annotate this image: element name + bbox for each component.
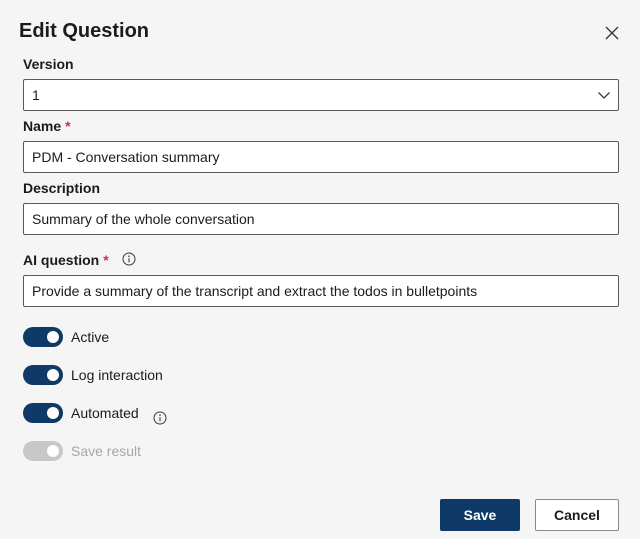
save-button[interactable]: Save xyxy=(440,499,520,531)
version-select[interactable]: 1 xyxy=(23,79,619,111)
close-icon[interactable] xyxy=(603,24,621,42)
save-result-toggle-label: Save result xyxy=(71,443,142,459)
chevron-down-icon xyxy=(598,92,610,99)
toggle-row-automated: Automated xyxy=(23,403,139,423)
required-marker: * xyxy=(65,118,71,134)
ai-question-label: AI question * xyxy=(23,252,109,268)
automated-toggle-label: Automated xyxy=(71,405,139,421)
log-interaction-toggle-label: Log interaction xyxy=(71,367,163,383)
version-value: 1 xyxy=(32,87,40,103)
name-input[interactable]: PDM - Conversation summary xyxy=(23,141,619,173)
toggle-knob xyxy=(47,331,59,343)
edit-question-dialog: Edit Question Version 1 Name * PDM - Conv… xyxy=(0,0,640,539)
description-input[interactable]: Summary of the whole conversation xyxy=(23,203,619,235)
toggle-row-active: Active xyxy=(23,327,109,347)
toggle-knob xyxy=(47,369,59,381)
dialog-title: Edit Question xyxy=(19,20,149,42)
cancel-button[interactable]: Cancel xyxy=(535,499,619,531)
ai-question-label-text: AI question xyxy=(23,252,100,268)
active-toggle-label: Active xyxy=(71,329,110,345)
info-icon[interactable] xyxy=(122,252,136,266)
ai-question-input[interactable]: Provide a summary of the transcript and … xyxy=(23,275,619,307)
required-marker: * xyxy=(103,252,109,268)
toggle-row-save-result: Save result xyxy=(23,441,141,461)
toggle-row-log-interaction: Log interaction xyxy=(23,365,163,385)
info-icon[interactable] xyxy=(153,411,167,425)
automated-toggle[interactable] xyxy=(23,403,63,423)
active-toggle[interactable] xyxy=(23,327,63,347)
toggle-knob xyxy=(47,407,59,419)
save-result-toggle xyxy=(23,441,63,461)
name-label: Name * xyxy=(23,118,71,134)
log-interaction-toggle[interactable] xyxy=(23,365,63,385)
toggle-knob xyxy=(47,445,59,457)
name-label-text: Name xyxy=(23,118,62,134)
version-label: Version xyxy=(23,56,74,72)
description-label: Description xyxy=(23,180,101,196)
